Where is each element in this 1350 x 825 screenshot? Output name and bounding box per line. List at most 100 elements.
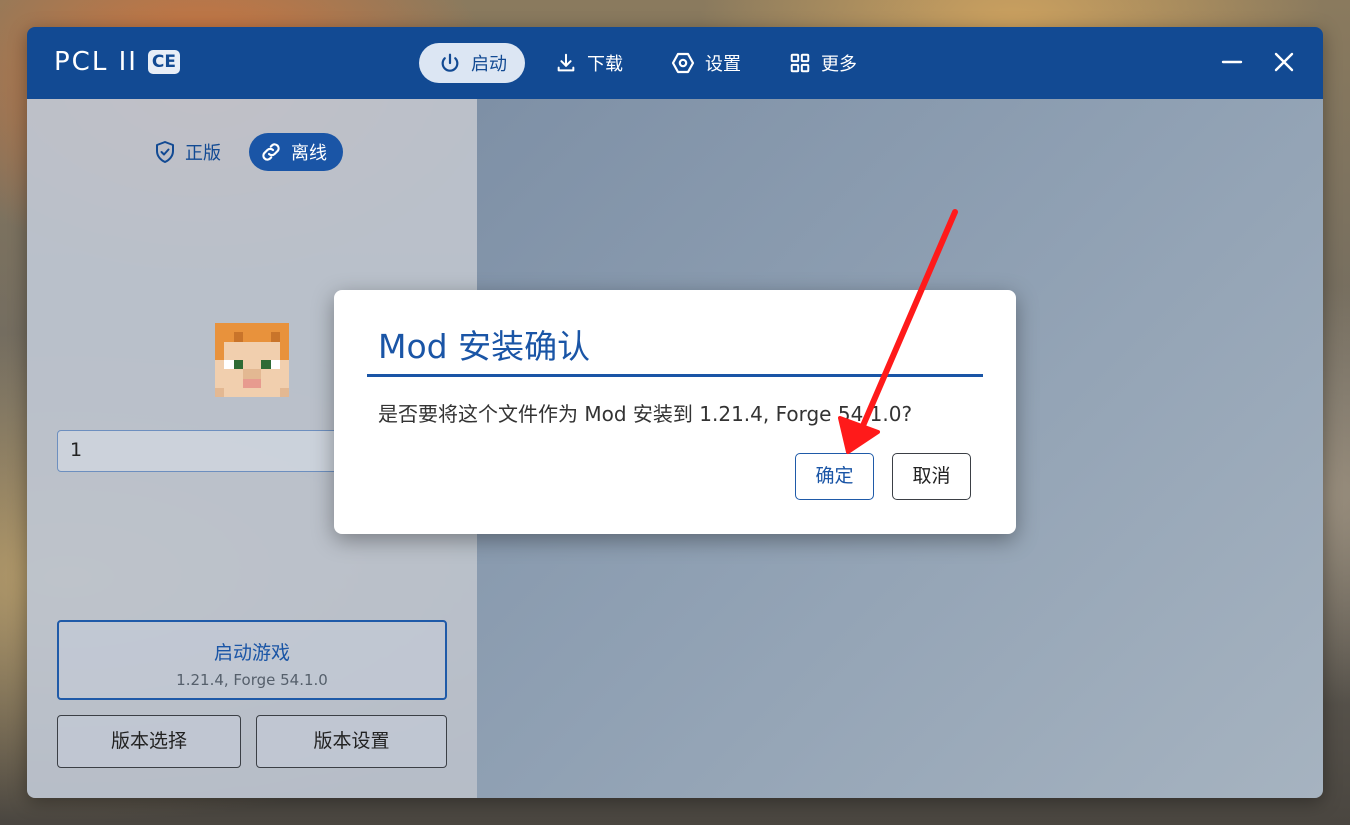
avatar-pixel: [279, 387, 289, 397]
avatar-pixel: [270, 360, 280, 370]
avatar-pixel: [233, 323, 243, 333]
avatar-pixel: [261, 378, 271, 388]
avatar-pixel: [279, 369, 289, 379]
download-icon: [557, 53, 575, 72]
avatar-pixel: [215, 332, 225, 342]
tab-offline[interactable]: 离线: [249, 133, 343, 171]
nav-settings[interactable]: 设置: [651, 43, 759, 83]
avatar-pixel: [233, 341, 243, 351]
version-select-button[interactable]: 版本选择: [57, 715, 241, 768]
avatar-pixel: [261, 369, 271, 379]
avatar-pixel: [224, 323, 234, 333]
avatar-pixel: [261, 360, 271, 370]
version-settings-button[interactable]: 版本设置: [256, 715, 447, 768]
avatar-pixel: [242, 323, 252, 333]
avatar-pixel: [279, 323, 289, 333]
window-controls: [1219, 49, 1297, 75]
confirm-button[interactable]: 确定: [795, 453, 874, 500]
avatar-pixel: [279, 350, 289, 360]
version-settings-label: 版本设置: [313, 730, 390, 752]
avatar-pixel: [261, 350, 271, 360]
avatar-pixel: [279, 341, 289, 351]
avatar-pixel: [270, 332, 280, 342]
avatar-pixel: [224, 378, 234, 388]
avatar-pixel: [261, 341, 271, 351]
avatar-pixel: [242, 360, 252, 370]
avatar-pixel: [224, 350, 234, 360]
close-icon: [1274, 52, 1294, 72]
avatar-pixel: [279, 378, 289, 388]
avatar-pixel: [242, 387, 252, 397]
avatar-pixel: [224, 387, 234, 397]
cancel-button[interactable]: 取消: [892, 453, 971, 500]
avatar-pixel: [252, 341, 262, 351]
version-select-label: 版本选择: [110, 730, 187, 752]
avatar-pixel: [261, 323, 271, 333]
avatar-pixel: [261, 387, 271, 397]
avatar-pixel: [252, 323, 262, 333]
avatar-pixel: [215, 387, 225, 397]
cancel-button-label: 取消: [912, 465, 951, 487]
avatar-pixel: [242, 350, 252, 360]
app-logo-badge: CE: [147, 50, 181, 74]
launch-game-button[interactable]: 启动游戏 1.21.4, Forge 54.1.0: [57, 620, 447, 700]
close-button[interactable]: [1271, 49, 1297, 75]
nav-download[interactable]: 下载: [535, 43, 641, 83]
avatar-pixel: [270, 341, 280, 351]
avatar-pixel: [224, 341, 234, 351]
avatar-pixel: [279, 360, 289, 370]
avatar-pixel: [252, 378, 262, 388]
avatar-pixel: [242, 378, 252, 388]
avatar-pixel: [215, 369, 225, 379]
avatar-pixel: [270, 387, 280, 397]
nav-launch[interactable]: 启动: [419, 43, 525, 83]
tab-microsoft-label: 正版: [185, 143, 221, 164]
avatar-pixel: [252, 369, 262, 379]
launch-game-label: 启动游戏: [213, 642, 290, 664]
main-nav: 启动 下载 设置 更多: [419, 43, 885, 83]
avatar-pixel: [242, 341, 252, 351]
confirm-button-label: 确定: [815, 465, 854, 487]
avatar-pixel: [270, 323, 280, 333]
app-logo-text: PCL II: [54, 47, 138, 77]
avatar-pixel: [252, 332, 262, 342]
avatar-pixel: [252, 360, 262, 370]
grid-icon: [790, 53, 810, 73]
nav-settings-label: 设置: [705, 54, 741, 75]
avatar-pixel: [270, 369, 280, 379]
minimize-button[interactable]: [1219, 49, 1245, 75]
nav-more-label: 更多: [821, 54, 857, 75]
avatar-pixel: [242, 332, 252, 342]
tab-offline-label: 离线: [291, 143, 327, 164]
nav-more[interactable]: 更多: [769, 43, 875, 83]
dialog-message: 是否要将这个文件作为 Mod 安装到 1.21.4, Forge 54.1.0?: [378, 402, 913, 426]
avatar-pixel: [233, 369, 243, 379]
shield-check-icon: [156, 141, 174, 163]
avatar-pixel: [233, 387, 243, 397]
dialog-title: Mod 安装确认: [378, 327, 591, 366]
avatar-pixel: [233, 378, 243, 388]
dialog-title-divider: [367, 374, 983, 377]
launch-game-version: 1.21.4, Forge 54.1.0: [176, 671, 328, 689]
avatar-pixel: [224, 369, 234, 379]
avatar-pixel: [252, 387, 262, 397]
avatar-pixel: [215, 378, 225, 388]
tab-microsoft[interactable]: 正版: [143, 133, 237, 171]
avatar-pixel: [215, 360, 225, 370]
mod-install-dialog: Mod 安装确认 是否要将这个文件作为 Mod 安装到 1.21.4, Forg…: [334, 290, 1016, 534]
avatar-pixel: [252, 350, 262, 360]
avatar-pixel: [215, 350, 225, 360]
nav-download-label: 下载: [587, 54, 623, 75]
avatar-pixel: [224, 360, 234, 370]
avatar-pixel: [224, 332, 234, 342]
avatar-pixel: [242, 369, 252, 379]
nav-launch-label: 启动: [471, 54, 507, 75]
username-value: 1: [70, 439, 83, 461]
power-icon: [441, 53, 459, 72]
avatar-pixel: [233, 350, 243, 360]
avatar-pixel: [233, 360, 243, 370]
app-logo: PCL II CE: [54, 47, 181, 77]
avatar-pixel: [270, 378, 280, 388]
link-icon: [262, 143, 280, 161]
avatar: [215, 323, 289, 397]
